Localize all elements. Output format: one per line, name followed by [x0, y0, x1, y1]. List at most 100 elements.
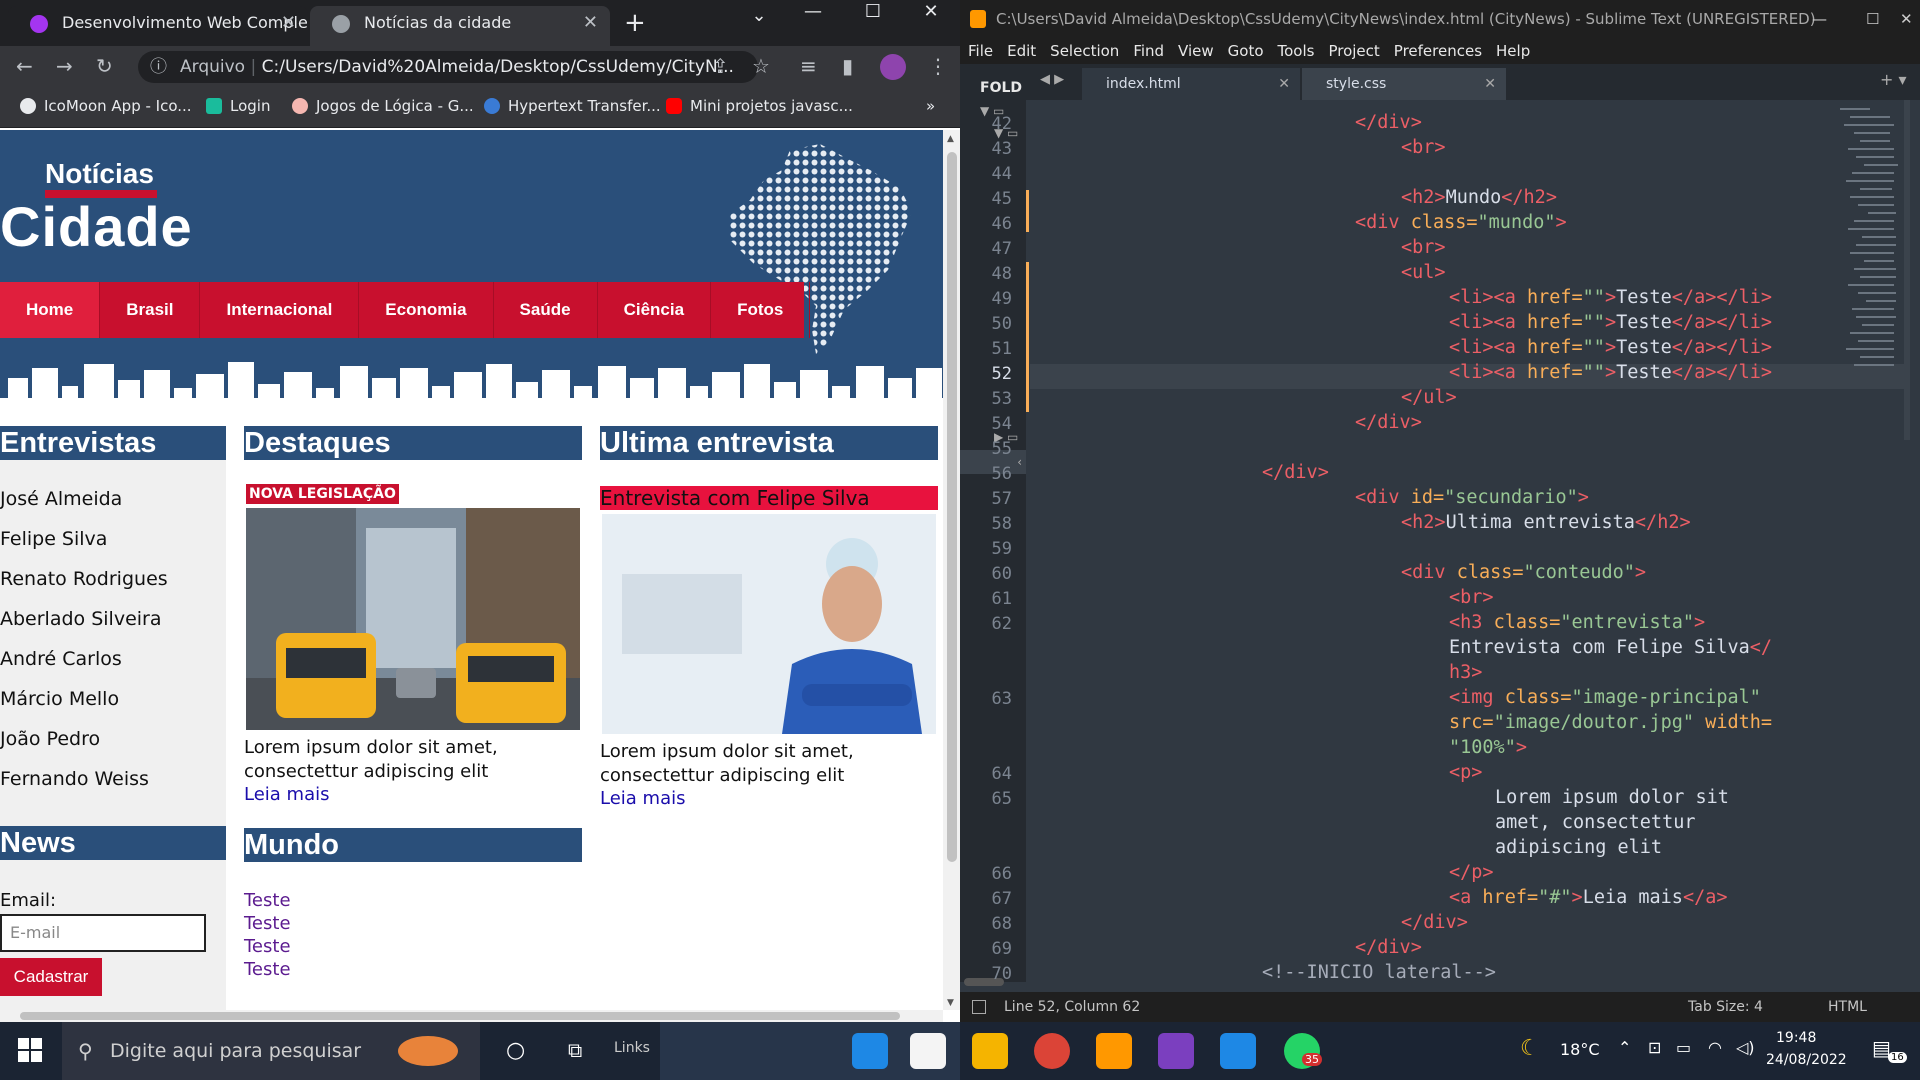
menu-find[interactable]: Find — [1133, 38, 1164, 64]
nav-ciencia[interactable]: Ciência — [598, 282, 712, 338]
temperature[interactable]: 18°C — [1560, 1040, 1600, 1059]
vscode-icon[interactable] — [1220, 1033, 1256, 1069]
minimap[interactable] — [1830, 100, 1910, 460]
tab-search-icon[interactable]: ⌄ — [736, 4, 782, 28]
menu-selection[interactable]: Selection — [1050, 38, 1119, 64]
address-bar[interactable]: ⓘ Arquivo | C:/Users/David%20Almeida/Des… — [138, 51, 758, 83]
network-icon[interactable]: ⊡ — [1648, 1038, 1661, 1057]
tab-nav-arrows-icon[interactable]: ◀ ▶ — [1040, 72, 1064, 87]
task-view-icon[interactable]: ⧉ — [568, 1038, 582, 1062]
whatsapp-icon[interactable]: 35 — [1284, 1033, 1322, 1069]
bookmark-2[interactable]: Login — [206, 97, 270, 115]
list-item[interactable]: Aberlado Silveira — [0, 608, 162, 630]
nav-saude[interactable]: Saúde — [494, 282, 598, 338]
weather-moon-icon[interactable]: ☾ — [1520, 1036, 1540, 1061]
nav-economia[interactable]: Economia — [359, 282, 494, 338]
editor-title-bar: C:\Users\David Almeida\Desktop\CssUdemy\… — [960, 0, 1920, 38]
wifi-icon[interactable]: ◠ — [1708, 1038, 1722, 1057]
more-bookmarks-icon[interactable]: » — [926, 97, 935, 115]
menu-dots-icon[interactable]: ⋮ — [928, 54, 948, 78]
share-icon[interactable]: ⇪ — [712, 54, 729, 78]
close-window-button[interactable]: ✕ — [1900, 0, 1913, 38]
minimize-button[interactable]: — — [790, 0, 836, 24]
new-tab-button[interactable]: + — [624, 8, 646, 38]
mundo-link[interactable]: Teste — [244, 890, 291, 911]
menu-help[interactable]: Help — [1496, 38, 1530, 64]
clock-date[interactable]: 24/08/2022 — [1766, 1052, 1847, 1068]
horizontal-scrollbar[interactable] — [0, 1010, 943, 1022]
close-window-button[interactable]: ✕ — [908, 0, 954, 24]
nav-brasil[interactable]: Brasil — [100, 282, 201, 338]
windows-start-icon[interactable] — [18, 1038, 42, 1062]
volume-icon[interactable]: ◁) — [1736, 1038, 1755, 1057]
links-toolbar[interactable]: Links — [614, 1040, 650, 1056]
forward-icon[interactable]: → — [56, 54, 73, 78]
nav-home[interactable]: Home — [0, 282, 101, 338]
menu-goto[interactable]: Goto — [1228, 38, 1264, 64]
info-icon[interactable]: ⓘ — [150, 51, 167, 83]
bookmark-3[interactable]: Jogos de Lógica - G... — [292, 97, 474, 115]
menu-project[interactable]: Project — [1328, 38, 1379, 64]
clock-time[interactable]: 19:48 — [1776, 1030, 1816, 1046]
list-item[interactable]: José Almeida — [0, 488, 122, 510]
chevron-up-icon[interactable]: ⌃ — [1618, 1038, 1631, 1057]
list-item[interactable]: Renato Rodrigues — [0, 568, 168, 590]
chrome-icon[interactable] — [1034, 1033, 1070, 1069]
close-tab-icon[interactable]: ✕ — [583, 6, 598, 40]
close-tab-icon[interactable]: ✕ — [281, 6, 296, 40]
reload-icon[interactable]: ↻ — [96, 54, 113, 78]
syntax-mode[interactable]: HTML — [1828, 992, 1867, 1022]
new-tab-icon[interactable]: + ▾ — [1880, 70, 1907, 89]
cadastrar-button[interactable]: Cadastrar — [0, 958, 102, 996]
browser-tab-2[interactable]: Notícias da cidade ✕ — [310, 6, 610, 46]
maximize-button[interactable]: ☐ — [850, 0, 896, 24]
back-icon[interactable]: ← — [16, 54, 33, 78]
tab-index-html[interactable]: index.html ✕ — [1082, 68, 1300, 100]
mundo-link[interactable]: Teste — [244, 959, 291, 980]
page-scrollbar[interactable]: ▲ ▼ — [943, 130, 960, 1010]
nav-internacional[interactable]: Internacional — [200, 282, 360, 338]
list-item[interactable]: Márcio Mello — [0, 688, 119, 710]
bookmark-5[interactable]: Mini projetos javasc... — [666, 97, 853, 115]
battery-icon[interactable]: ▭ — [1676, 1038, 1691, 1057]
media-control-icon[interactable]: ≡ — [800, 54, 817, 78]
cortana-icon[interactable]: ○ — [506, 1038, 525, 1063]
minimize-button[interactable]: — — [1812, 0, 1827, 38]
list-item[interactable]: André Carlos — [0, 648, 122, 670]
leia-mais-link[interactable]: Leia mais — [600, 788, 685, 809]
menu-tools[interactable]: Tools — [1278, 38, 1315, 64]
profile-avatar[interactable] — [880, 54, 906, 80]
close-tab-icon[interactable]: ✕ — [1278, 68, 1290, 100]
scrollbar-thumb[interactable] — [20, 1012, 900, 1020]
list-item[interactable]: Fernando Weiss — [0, 768, 149, 790]
close-tab-icon[interactable]: ✕ — [1484, 68, 1496, 100]
browser-tab-1[interactable]: Desenvolvimento Web Completo ✕ — [8, 6, 308, 46]
menu-file[interactable]: File — [968, 38, 993, 64]
leia-mais-link[interactable]: Leia mais — [244, 784, 329, 805]
list-item[interactable]: João Pedro — [0, 728, 100, 750]
menu-preferences[interactable]: Preferences — [1394, 38, 1482, 64]
panel-toggle-icon[interactable] — [972, 1000, 986, 1014]
mundo-link[interactable]: Teste — [244, 936, 291, 957]
code-area[interactable]: </div> <br> <h2>Mundo</h2> <div class="m… — [960, 100, 1838, 982]
nav-fotos[interactable]: Fotos — [711, 282, 811, 338]
list-item[interactable]: Felipe Silva — [0, 528, 107, 550]
scrollbar-thumb[interactable] — [947, 152, 957, 862]
maximize-button[interactable]: ☐ — [1866, 0, 1879, 38]
taskbar-search-input[interactable]: ⚲ Digite aqui para pesquisar — [62, 1022, 480, 1080]
visual-studio-icon[interactable] — [1158, 1033, 1194, 1069]
side-panel-icon[interactable]: ▮ — [842, 54, 853, 78]
email-field[interactable]: E-mail — [0, 914, 206, 952]
bookmark-4[interactable]: Hypertext Transfer... — [484, 97, 661, 115]
bookmark-star-icon[interactable]: ☆ — [752, 54, 770, 78]
microsoft-store-icon[interactable] — [910, 1033, 946, 1069]
file-explorer-icon[interactable] — [972, 1033, 1008, 1069]
tab-style-css[interactable]: style.css ✕ — [1302, 68, 1506, 100]
bookmark-1[interactable]: IcoMoon App - Ico... — [20, 97, 192, 115]
sublime-text-icon[interactable] — [1096, 1033, 1132, 1069]
tab-size[interactable]: Tab Size: 4 — [1688, 992, 1763, 1022]
mail-icon[interactable] — [852, 1033, 888, 1069]
menu-edit[interactable]: Edit — [1007, 38, 1036, 64]
mundo-link[interactable]: Teste — [244, 913, 291, 934]
menu-view[interactable]: View — [1178, 38, 1214, 64]
